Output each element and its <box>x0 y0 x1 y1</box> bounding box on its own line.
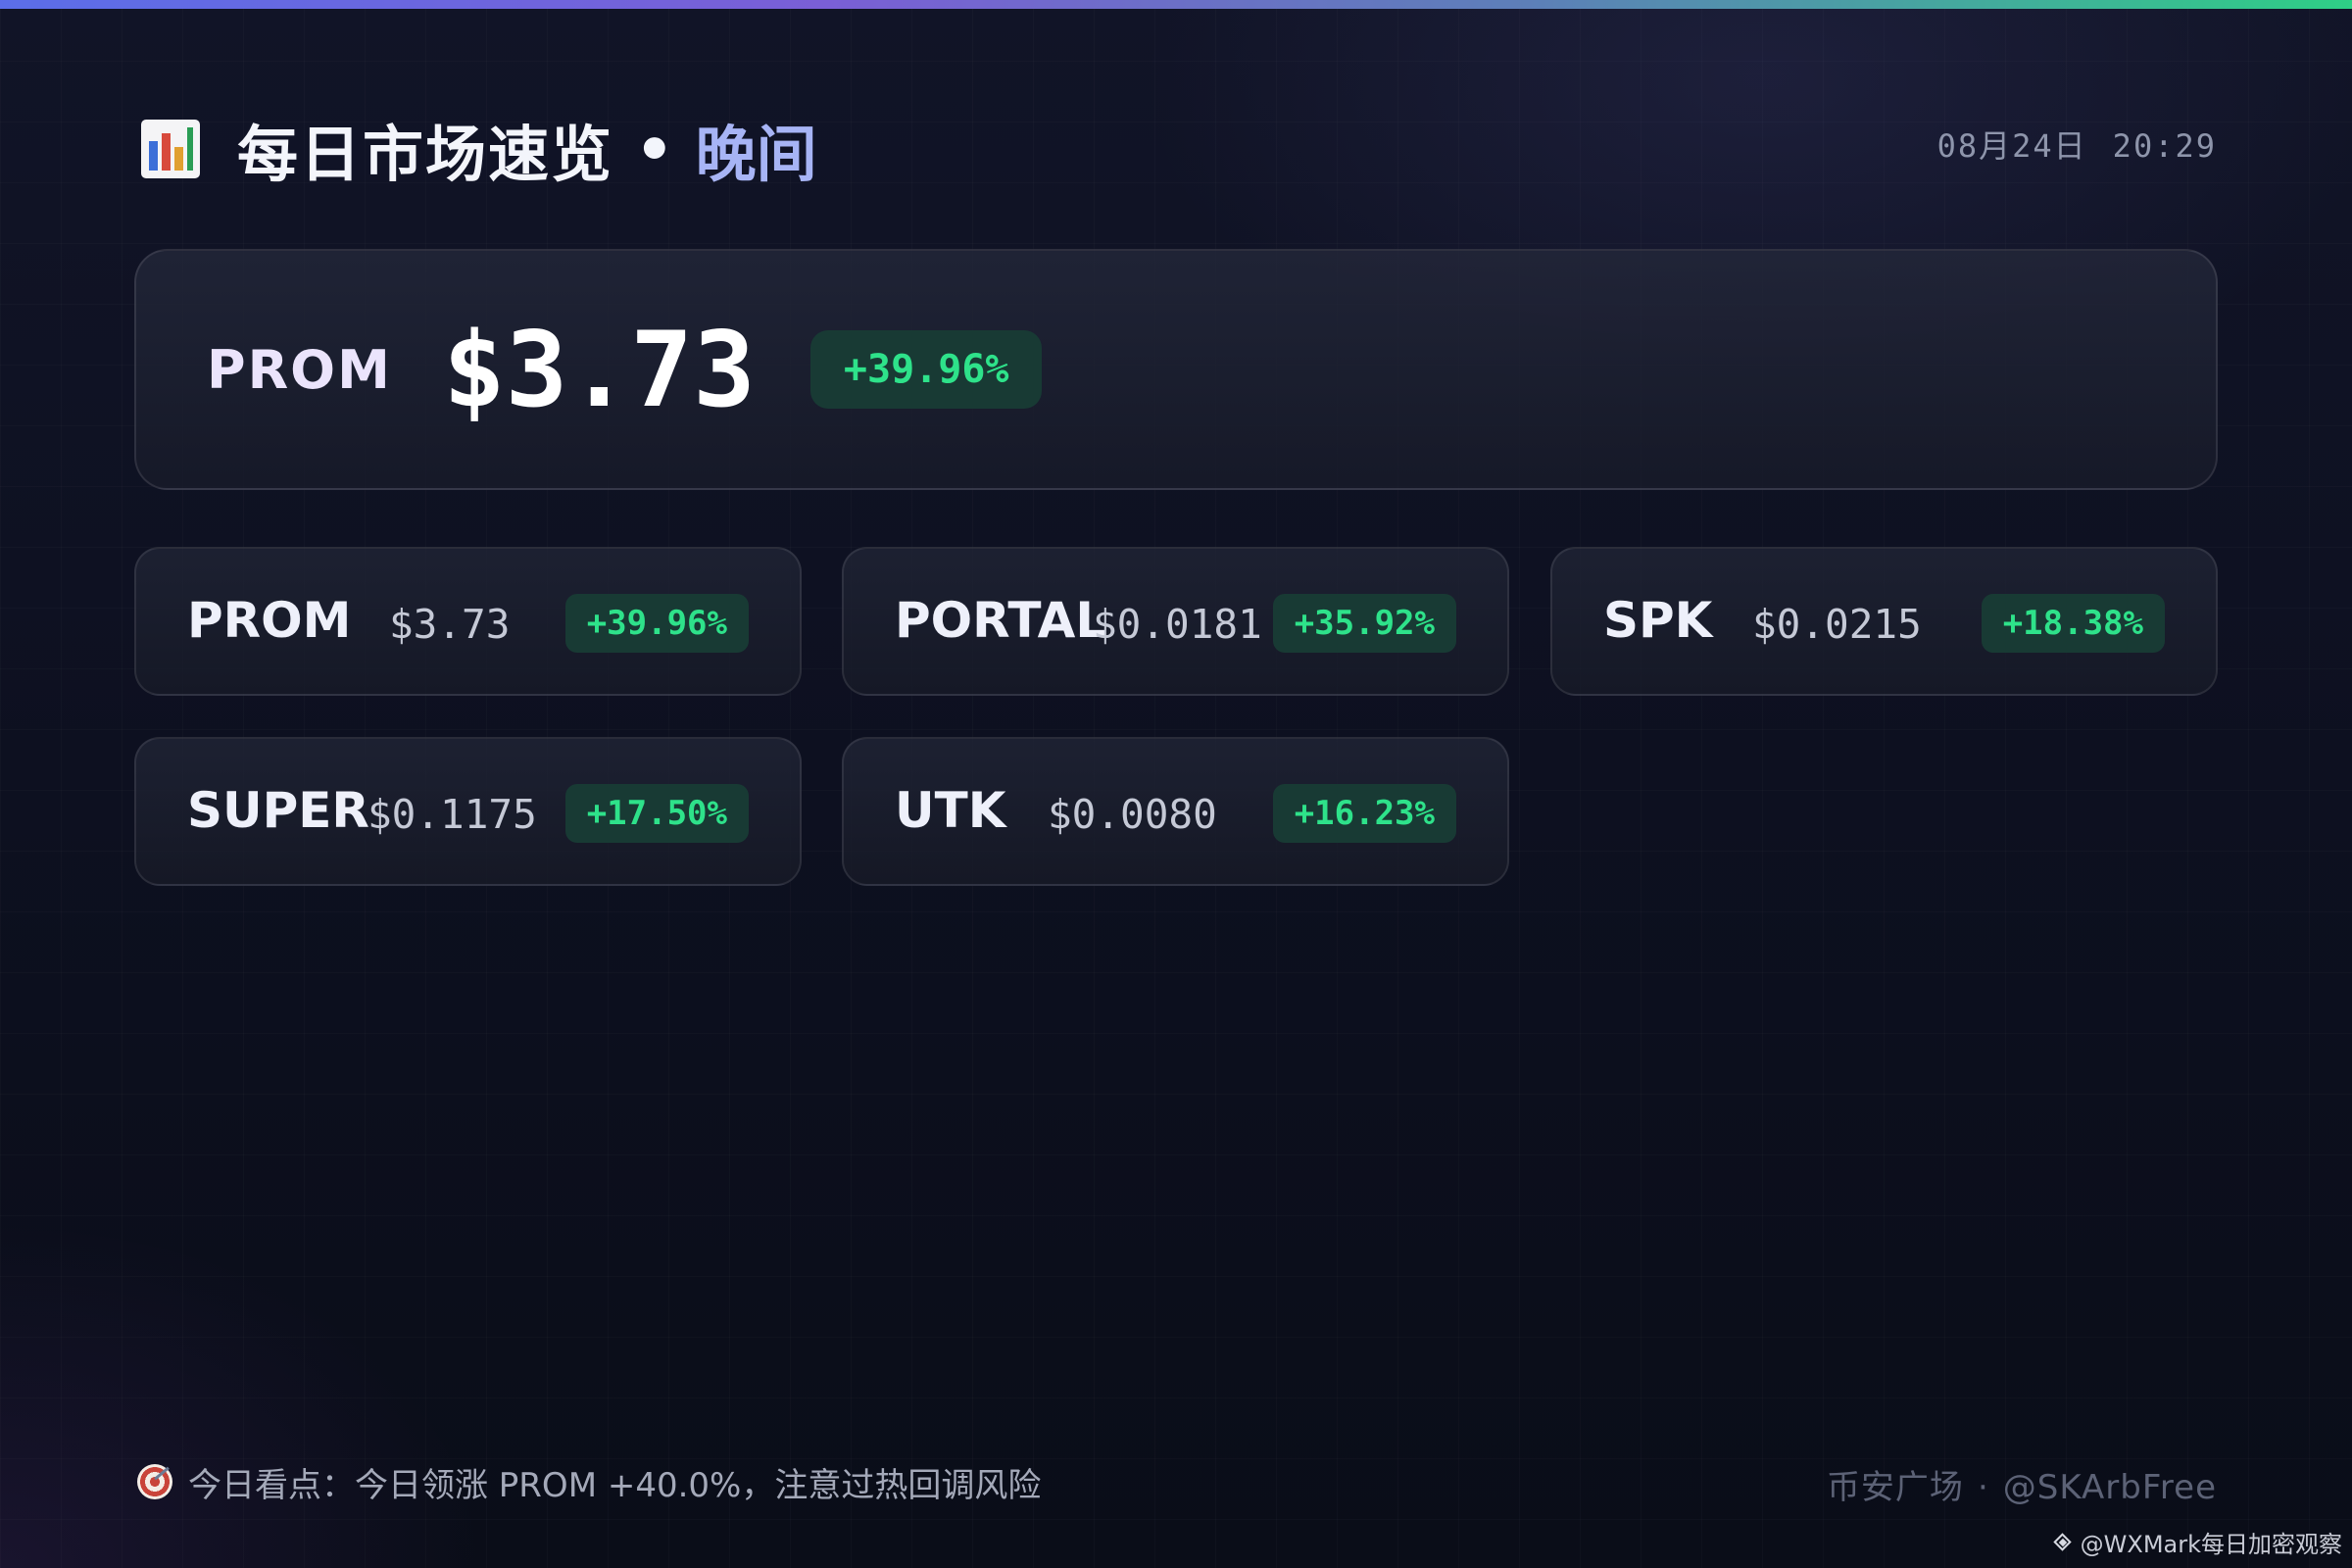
platform-name: 币安广场 <box>1826 1468 1964 1507</box>
title-separator: • <box>635 113 674 185</box>
ticker-price: $0.0215 <box>1752 601 1922 648</box>
ticker-price: $0.0181 <box>1093 601 1262 648</box>
page-title: 每日市场速览 • 晚间 <box>141 102 817 196</box>
title-text: 每日市场速览 <box>237 119 614 190</box>
highlight-text: 今日看点：今日领涨 PROM +40.0%，注意过热回调风险 <box>188 1465 1042 1505</box>
ticker-change-badge: +16.23% <box>1272 784 1456 843</box>
binance-diamond-icon <box>2053 1533 2073 1552</box>
credit-separator: · <box>1977 1468 1989 1507</box>
ticker-symbol: SUPER <box>187 782 369 839</box>
top-accent-bar <box>0 0 2352 9</box>
ticker-change-badge: +35.92% <box>1272 594 1456 653</box>
watermark-text: @WXMark每日加密观察 <box>2080 1531 2342 1558</box>
daily-highlight: 今日看点：今日领涨 PROM +40.0%，注意过热回调风险 <box>137 1454 1041 1509</box>
time-text: 20:29 <box>2112 127 2217 165</box>
ticker-card[interactable]: SPK $0.0215 +18.38% <box>1550 547 2218 696</box>
ticker-change-badge: +39.96% <box>564 594 749 653</box>
source-credit: 币安广场 · @SKArbFree <box>1827 1460 2217 1508</box>
timestamp: 08月24日 20:29 <box>1937 122 2217 167</box>
ticker-grid: PROM $3.73 +39.96% PORTAL $0.0181 +35.92… <box>134 547 2218 888</box>
session-label: 晚间 <box>695 119 817 190</box>
ticker-change-badge: +17.50% <box>564 784 749 843</box>
bar-chart-icon <box>141 120 200 178</box>
ticker-symbol: SPK <box>1603 592 1713 649</box>
date-text: 08月24日 <box>1936 127 2087 165</box>
ticker-card[interactable]: UTK $0.0080 +16.23% <box>842 737 1509 886</box>
author-handle[interactable]: @SKArbFree <box>2003 1468 2217 1507</box>
ticker-card[interactable]: PROM $3.73 +39.96% <box>134 547 802 696</box>
ticker-symbol: PROM <box>187 592 352 649</box>
ticker-change-badge: +18.38% <box>1981 594 2165 653</box>
ticker-card[interactable]: PORTAL $0.0181 +35.92% <box>842 547 1509 696</box>
hero-symbol: PROM <box>207 338 392 401</box>
hero-change-badge: +39.96% <box>809 330 1043 409</box>
ticker-card[interactable]: SUPER $0.1175 +17.50% <box>134 737 802 886</box>
ticker-symbol: PORTAL <box>895 592 1107 649</box>
ticker-symbol: UTK <box>895 782 1006 839</box>
ticker-price: $0.1175 <box>368 791 537 838</box>
ticker-price: $0.0080 <box>1048 791 1217 838</box>
target-icon <box>137 1464 172 1499</box>
top-gainer-card[interactable]: PROM $3.73 +39.96% <box>134 249 2218 490</box>
header: 每日市场速览 • 晚间 08月24日 20:29 <box>141 102 2217 196</box>
hero-price: $3.73 <box>442 309 756 430</box>
ticker-price: $3.73 <box>389 601 511 648</box>
watermark: @WXMark每日加密观察 <box>2053 1525 2342 1559</box>
